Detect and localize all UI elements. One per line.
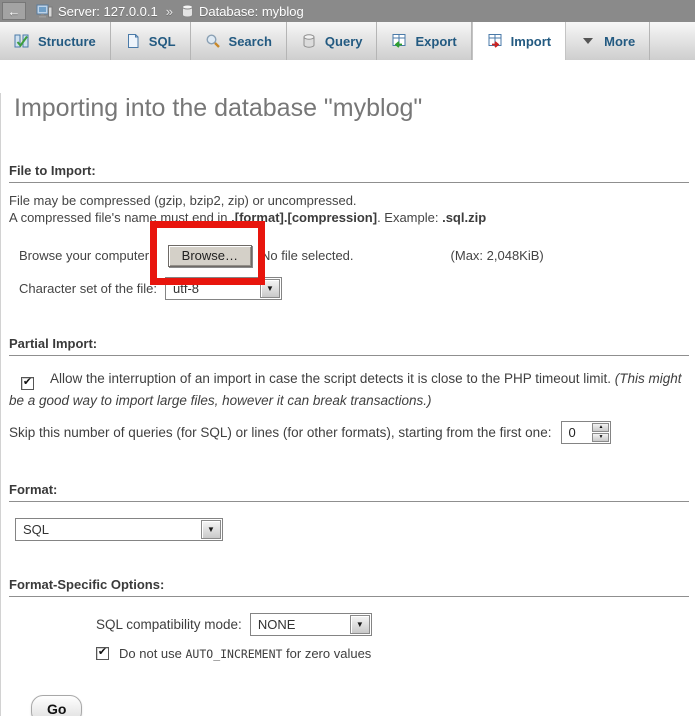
section-heading-format-specific-options: Format-Specific Options: bbox=[9, 577, 689, 597]
format-select[interactable]: SQL bbox=[15, 518, 223, 541]
auto-increment-row: Do not use AUTO_INCREMENT for zero value… bbox=[96, 646, 695, 661]
allow-interruption-text: Allow the interruption of an import in c… bbox=[50, 371, 615, 386]
tab-export[interactable]: Export bbox=[377, 22, 471, 60]
sql-icon bbox=[125, 33, 141, 49]
tabbar-filler bbox=[650, 22, 695, 60]
breadcrumb-bar: ← Server: 127.0.0.1 » Database: myblog bbox=[0, 0, 695, 22]
page-title: Importing into the database "myblog" bbox=[14, 93, 695, 123]
tab-sql[interactable]: SQL bbox=[111, 22, 191, 60]
database-icon bbox=[181, 4, 194, 18]
back-button[interactable]: ← bbox=[2, 2, 26, 20]
breadcrumb-separator: » bbox=[166, 4, 173, 19]
format-row: SQL bbox=[15, 518, 695, 541]
export-icon bbox=[391, 33, 407, 49]
tab-label: Import bbox=[511, 34, 551, 49]
import-icon bbox=[487, 33, 503, 49]
back-arrow-icon: ← bbox=[8, 5, 21, 18]
browse-row: Browse your computer: Browse… No file se… bbox=[19, 244, 695, 267]
tab-label: More bbox=[604, 34, 635, 49]
tab-structure[interactable]: Structure bbox=[0, 22, 111, 60]
auto-increment-text: Do not use AUTO_INCREMENT for zero value… bbox=[119, 646, 371, 661]
tab-more[interactable]: More bbox=[566, 22, 650, 60]
spinner-up-icon[interactable]: ▲ bbox=[592, 423, 609, 432]
chevron-down-icon[interactable] bbox=[201, 520, 221, 539]
auto-increment-prefix: Do not use bbox=[119, 646, 186, 661]
sql-compatibility-value: NONE bbox=[251, 614, 348, 635]
auto-increment-checkbox[interactable] bbox=[96, 647, 109, 660]
tab-label: Query bbox=[325, 34, 363, 49]
main-content: Importing into the database "myblog" Fil… bbox=[0, 93, 695, 716]
breadcrumb: Server: 127.0.0.1 » Database: myblog bbox=[36, 4, 304, 19]
spinner-down-icon[interactable]: ▼ bbox=[592, 433, 609, 442]
auto-increment-suffix: for zero values bbox=[282, 646, 371, 661]
tab-import[interactable]: Import bbox=[472, 22, 566, 60]
format-compression-pattern: .[format].[compression] bbox=[231, 210, 377, 225]
breadcrumb-database[interactable]: Database: myblog bbox=[199, 4, 304, 19]
sql-compatibility-label: SQL compatibility mode: bbox=[96, 617, 242, 632]
browse-button[interactable]: Browse… bbox=[168, 245, 252, 267]
chevron-down-icon[interactable] bbox=[260, 279, 280, 298]
charset-select-value: utf-8 bbox=[166, 278, 258, 299]
allow-interruption-paragraph: Allow the interruption of an import in c… bbox=[9, 368, 687, 411]
auto-increment-code: AUTO_INCREMENT bbox=[186, 647, 283, 661]
go-button[interactable]: Go bbox=[31, 695, 82, 716]
format-specific-options-block: SQL compatibility mode: NONE Do not use … bbox=[96, 613, 695, 661]
chevron-down-icon[interactable] bbox=[350, 615, 370, 634]
tab-search[interactable]: Search bbox=[191, 22, 287, 60]
tab-label: Search bbox=[229, 34, 272, 49]
sql-compatibility-select[interactable]: NONE bbox=[250, 613, 372, 636]
spinner-buttons: ▲ ▼ bbox=[592, 423, 609, 442]
browse-label: Browse your computer: bbox=[19, 248, 153, 263]
no-file-selected-text: No file selected. bbox=[261, 248, 354, 263]
section-heading-file-to-import: File to Import: bbox=[9, 163, 689, 183]
search-icon bbox=[205, 33, 221, 49]
structure-icon bbox=[14, 33, 30, 49]
format-select-value: SQL bbox=[16, 519, 199, 540]
charset-label: Character set of the file: bbox=[19, 281, 157, 296]
charset-select[interactable]: utf-8 bbox=[165, 277, 282, 300]
section-heading-format: Format: bbox=[9, 482, 689, 502]
sql-compatibility-row: SQL compatibility mode: NONE bbox=[96, 613, 695, 636]
skip-queries-input[interactable]: 0 ▲ ▼ bbox=[561, 421, 611, 444]
skip-queries-value: 0 bbox=[562, 422, 591, 443]
query-icon bbox=[301, 33, 317, 49]
skip-queries-row: Skip this number of queries (for SQL) or… bbox=[9, 421, 695, 444]
allow-interruption-checkbox[interactable] bbox=[21, 377, 34, 390]
tab-label: SQL bbox=[149, 34, 176, 49]
section-heading-partial-import: Partial Import: bbox=[9, 336, 689, 356]
compression-line2-mid: . Example: bbox=[377, 210, 442, 225]
server-icon bbox=[36, 4, 53, 19]
breadcrumb-server[interactable]: Server: 127.0.0.1 bbox=[58, 4, 158, 19]
compression-line2: A compressed file's name must end in .[f… bbox=[9, 209, 687, 226]
max-size-text: (Max: 2,048KiB) bbox=[451, 248, 544, 263]
compression-note: File may be compressed (gzip, bzip2, zip… bbox=[9, 192, 687, 226]
tab-label: Structure bbox=[38, 34, 96, 49]
compression-line2-prefix: A compressed file's name must end in bbox=[9, 210, 231, 225]
example-extension: .sql.zip bbox=[442, 210, 486, 225]
tab-query[interactable]: Query bbox=[287, 22, 378, 60]
compression-line1: File may be compressed (gzip, bzip2, zip… bbox=[9, 192, 687, 209]
skip-queries-label: Skip this number of queries (for SQL) or… bbox=[9, 425, 551, 440]
chevron-down-icon bbox=[580, 33, 596, 49]
tab-label: Export bbox=[415, 34, 456, 49]
tab-bar: Structure SQL Search Query Export bbox=[0, 22, 695, 60]
charset-row: Character set of the file: utf-8 bbox=[19, 277, 695, 300]
